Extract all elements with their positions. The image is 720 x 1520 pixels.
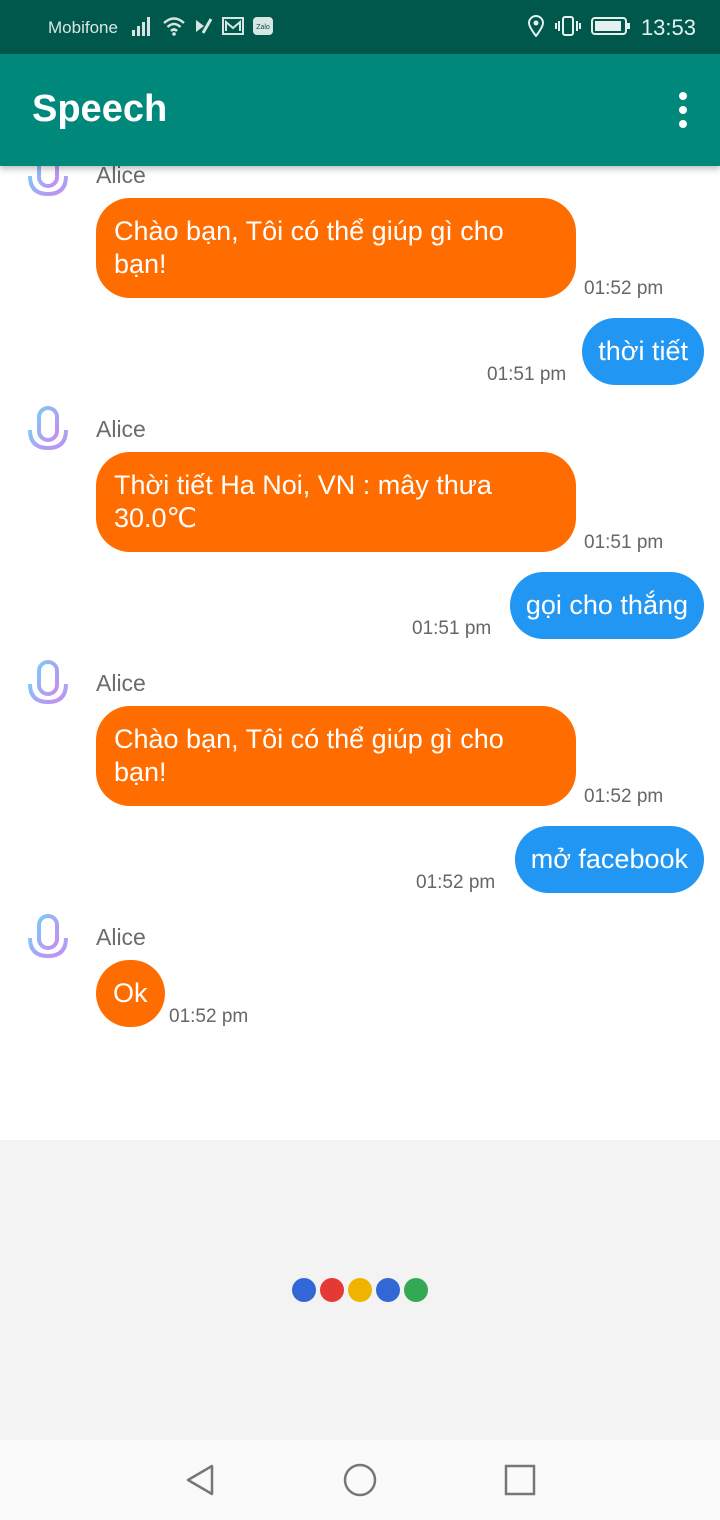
message-time: 01:51 pm: [412, 618, 492, 639]
overflow-dot: [679, 92, 687, 100]
signal-icon: [131, 16, 154, 41]
carrier-label: Mobifone: [48, 18, 118, 37]
bot-bubble: Thời tiết Ha Noi, VN : mây thưa 30.0℃: [96, 452, 576, 552]
listening-dots: [292, 1278, 428, 1302]
battery-icon: [590, 16, 631, 41]
overflow-dot: [679, 120, 687, 128]
status-right: 13:53: [527, 14, 696, 42]
overflow-dot: [679, 106, 687, 114]
chat-list[interactable]: Alice Chào bạn, Tôi có thể giúp gì cho b…: [0, 166, 720, 1140]
navigation-bar: [0, 1440, 720, 1520]
message-time: 01:52 pm: [169, 1006, 249, 1027]
message-time: 01:51 pm: [584, 532, 664, 553]
status-left: Mobifone Zalo: [48, 16, 274, 40]
bot-name: Alice: [96, 166, 146, 188]
bot-bubble: Chào bạn, Tôi có thể giúp gì cho bạn!: [96, 706, 576, 806]
user-bubble: thời tiết: [582, 318, 704, 385]
microphone-icon: [26, 406, 70, 462]
listening-panel[interactable]: [0, 1140, 720, 1440]
message-time: 01:52 pm: [416, 872, 496, 893]
microphone-icon: [26, 166, 70, 208]
microphone-icon: [26, 914, 70, 970]
listening-dot: [292, 1278, 316, 1302]
user-bubble: mở facebook: [514, 826, 704, 893]
data-icon: [194, 16, 214, 41]
status-bar: Mobifone Zalo 13:53: [0, 0, 720, 54]
recents-icon[interactable]: [500, 1460, 540, 1500]
listening-dot: [320, 1278, 344, 1302]
wifi-icon: [162, 16, 186, 41]
screen: Mobifone Zalo 13:53 Speech Alice Chào bạ…: [0, 0, 720, 1520]
bot-name: Alice: [96, 924, 146, 950]
message-time: 01:51 pm: [487, 364, 567, 385]
svg-text:Zalo: Zalo: [256, 24, 270, 31]
bot-bubble: Chào bạn, Tôi có thể giúp gì cho bạn!: [96, 198, 576, 298]
status-clock: 13:53: [640, 15, 696, 40]
bot-name: Alice: [96, 670, 146, 696]
user-bubble: gọi cho thắng: [509, 572, 704, 639]
home-icon[interactable]: [340, 1460, 380, 1500]
vibrate-icon: [554, 15, 581, 42]
bot-bubble: Ok: [96, 960, 165, 1027]
message-time: 01:52 pm: [584, 786, 664, 807]
microphone-icon: [26, 660, 70, 716]
app-bar: Speech: [0, 54, 720, 166]
more-vert-icon[interactable]: [676, 92, 690, 128]
listening-dot: [376, 1278, 400, 1302]
zalo-icon: Zalo: [252, 16, 274, 41]
message-time: 01:52 pm: [584, 278, 664, 299]
listening-dot: [348, 1278, 372, 1302]
location-icon: [527, 14, 545, 42]
listening-dot: [404, 1278, 428, 1302]
bot-name: Alice: [96, 416, 146, 442]
back-icon[interactable]: [180, 1460, 220, 1500]
mail-icon: [221, 16, 244, 40]
app-title: Speech: [32, 88, 168, 130]
